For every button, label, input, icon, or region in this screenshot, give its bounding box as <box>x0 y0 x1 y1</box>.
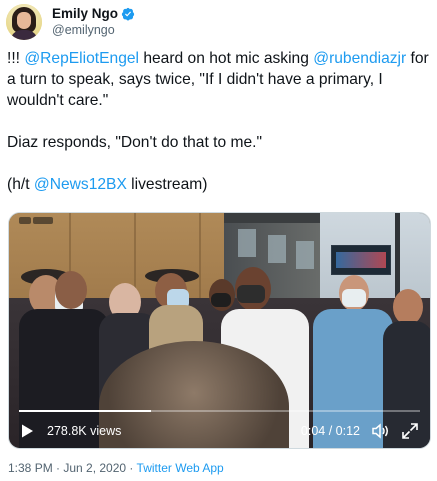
verified-badge-icon <box>121 8 135 21</box>
author-block: Emily Ngo @emilyngo <box>52 6 135 39</box>
tweet-text-segment: !!! <box>7 50 25 67</box>
video-player[interactable]: 278.8K views 0:04 / 0:12 <box>8 212 431 449</box>
tweet-footer: 1:38 PM · Jun 2, 2020 · Twitter Web App <box>8 461 224 475</box>
mention-link[interactable]: @News12BX <box>34 176 127 193</box>
volume-icon[interactable] <box>370 421 390 441</box>
mention-link[interactable]: @rubendiazjr <box>313 50 406 67</box>
tweet-header: Emily Ngo @emilyngo <box>6 2 431 42</box>
video-progress-bar[interactable] <box>19 410 420 412</box>
mention-link[interactable]: @RepEliotEngel <box>24 50 139 67</box>
video-badges <box>19 217 55 226</box>
play-icon[interactable] <box>19 423 35 439</box>
video-frame[interactable] <box>9 213 430 448</box>
tweet-text: !!! @RepEliotEngel heard on hot mic aski… <box>7 48 431 195</box>
avatar[interactable] <box>6 4 42 40</box>
fullscreen-icon[interactable] <box>400 421 420 441</box>
tweet-text-segment: livestream) <box>126 176 208 193</box>
tweet-text-segment: heard on hot mic asking <box>139 50 314 67</box>
tweet-source-app[interactable]: Twitter Web App <box>137 461 224 475</box>
video-progress-fill <box>19 410 152 412</box>
tweet-text-segment: (h/t <box>7 176 34 193</box>
author-display-name[interactable]: Emily Ngo <box>52 6 118 23</box>
tweet-text-segment: Diaz responds, "Don't do that to me." <box>7 134 263 151</box>
tweet-timestamp[interactable]: 1:38 PM · Jun 2, 2020 · <box>8 461 137 475</box>
video-time: 0:04 / 0:12 <box>300 424 360 438</box>
author-handle[interactable]: @emilyngo <box>52 23 135 39</box>
view-count: 278.8K views <box>47 424 122 438</box>
video-controls: 278.8K views 0:04 / 0:12 <box>9 414 430 448</box>
